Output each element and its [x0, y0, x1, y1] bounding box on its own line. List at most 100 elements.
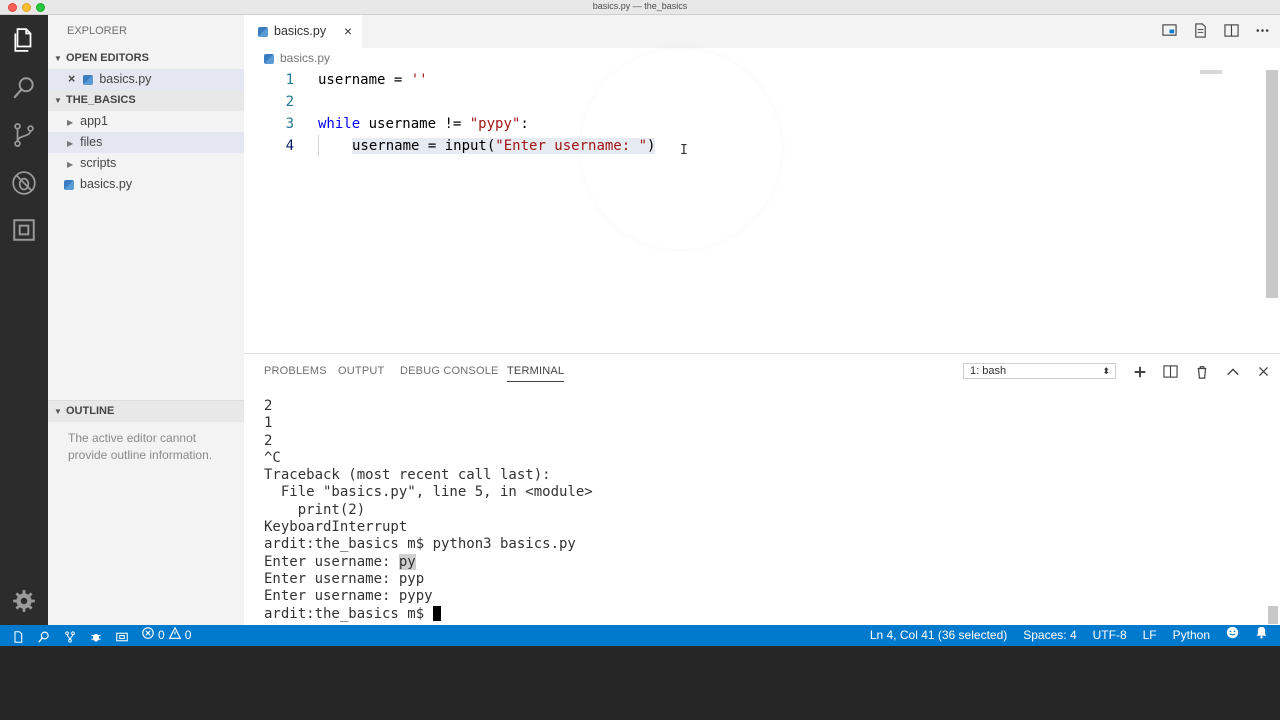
editor-tab[interactable]: basics.py ×: [244, 15, 362, 48]
tab-problems[interactable]: PROBLEMS: [264, 365, 327, 377]
terminal-cursor: [432, 606, 441, 622]
open-changes-icon[interactable]: [1193, 23, 1210, 40]
tab-label: basics.py: [274, 24, 327, 38]
python-file-icon: [83, 74, 94, 85]
warning-count: 0: [184, 628, 192, 642]
window-title: basics.py — the_basics: [592, 1, 688, 11]
open-editor-label: basics.py: [99, 72, 152, 86]
error-icon: [142, 625, 154, 646]
smiley-feedback-icon[interactable]: [1226, 625, 1239, 646]
close-icon[interactable]: ×: [68, 72, 75, 86]
source-control-icon[interactable]: [64, 629, 77, 643]
search-icon[interactable]: [38, 629, 51, 643]
chevron-right-icon: ▶: [67, 139, 74, 148]
language-mode[interactable]: Python: [1173, 625, 1210, 646]
code-editor[interactable]: 1 username = '' 2 3 while username != "p…: [244, 69, 1280, 157]
search-icon[interactable]: [9, 73, 39, 103]
code-token: username !=: [360, 116, 470, 132]
activity-bar: [0, 15, 48, 625]
extensions-icon[interactable]: [116, 629, 129, 642]
open-editor-item[interactable]: × basics.py: [48, 69, 244, 90]
editor-tabbar: basics.py ×: [244, 15, 1280, 48]
terminal-line: ardit:the_basics m$: [264, 606, 593, 623]
python-file-icon: [64, 179, 74, 190]
problems-indicator[interactable]: 0 0: [142, 625, 191, 646]
encoding[interactable]: UTF-8: [1093, 625, 1127, 646]
tree-folder-files[interactable]: ▶ files: [48, 132, 244, 153]
tree-file-basics[interactable]: basics.py: [48, 174, 244, 195]
chevron-updown-icon: ⬍: [1102, 366, 1110, 376]
chevron-down-icon: ▼: [54, 96, 62, 105]
tree-folder-app1[interactable]: ▶ app1: [48, 111, 244, 132]
tree-folder-scripts[interactable]: ▶ scripts: [48, 153, 244, 174]
indent-guide: [318, 135, 352, 157]
tab-terminal[interactable]: TERMINAL: [507, 365, 565, 382]
code-text: username = '': [318, 69, 428, 91]
debug-icon[interactable]: [90, 629, 103, 642]
terminal-line: ^C: [264, 449, 281, 466]
terminal-output[interactable]: 2 1 2 ^C Traceback (most recent call las…: [264, 398, 593, 623]
extensions-icon[interactable]: [9, 215, 39, 245]
vscode-window: basics.py — the_basics EXPLORER ▼ OPEN ED…: [0, 0, 1280, 646]
tree-label: files: [80, 135, 103, 149]
project-section[interactable]: ▼ THE_BASICS: [48, 90, 244, 111]
files-icon[interactable]: [9, 25, 39, 55]
code-token: :: [520, 116, 529, 132]
open-preview-icon[interactable]: [1162, 23, 1179, 40]
close-panel-icon[interactable]: [1255, 363, 1272, 380]
code-line: 3 while username != "pypy":: [244, 113, 1280, 135]
terminal-select-value: 1: bash: [970, 365, 1007, 377]
gear-icon[interactable]: [9, 586, 39, 616]
editor-area: basics.py × basics.py 1 username = '' 2: [244, 15, 1280, 353]
terminal-scrollbar[interactable]: [1268, 606, 1278, 624]
panel-tabs: PROBLEMS OUTPUT DEBUG CONSOLE TERMINAL 1…: [244, 354, 1280, 389]
explorer-status-icon[interactable]: [12, 629, 25, 643]
cursor-position[interactable]: Ln 4, Col 41 (36 selected): [870, 625, 1007, 646]
python-file-icon: [258, 26, 268, 37]
status-right: Ln 4, Col 41 (36 selected) Spaces: 4 UTF…: [870, 625, 1268, 646]
code-text: username = input("Enter username: "): [318, 135, 656, 157]
split-terminal-icon[interactable]: [1162, 363, 1179, 380]
explorer-header: EXPLORER: [67, 25, 127, 37]
open-editors-section[interactable]: ▼ OPEN EDITORS: [48, 48, 244, 69]
close-icon[interactable]: ×: [344, 15, 352, 48]
terminal-line: Enter username: pyp: [264, 570, 425, 587]
line-number: 3: [285, 116, 294, 132]
trash-icon[interactable]: [1193, 363, 1210, 380]
split-editor-icon[interactable]: [1224, 23, 1241, 40]
breadcrumb[interactable]: basics.py: [244, 48, 1280, 69]
maximize-panel-icon[interactable]: [1224, 363, 1241, 380]
text-cursor-icon: I: [680, 143, 688, 158]
bottom-panel: PROBLEMS OUTPUT DEBUG CONSOLE TERMINAL 1…: [244, 353, 1280, 625]
warning-icon: [168, 625, 181, 646]
terminal-prompt: ardit:the_basics m$: [264, 605, 433, 622]
status-left: 0 0: [12, 625, 191, 646]
selected-code: username = input("Enter username: "): [352, 138, 656, 154]
outline-header[interactable]: ▼ OUTLINE: [48, 401, 244, 422]
indentation[interactable]: Spaces: 4: [1023, 625, 1076, 646]
status-bar: 0 0 Ln 4, Col 41 (36 selected) Spaces: 4…: [0, 625, 1280, 646]
editor-actions: [1162, 23, 1272, 40]
code-token: username = input(: [352, 138, 496, 154]
tab-debug-console[interactable]: DEBUG CONSOLE: [400, 365, 499, 377]
line-endings[interactable]: LF: [1143, 625, 1157, 646]
code-token: ): [647, 138, 656, 154]
source-control-icon[interactable]: [9, 120, 39, 150]
project-label: THE_BASICS: [66, 94, 136, 106]
open-editors-label: OPEN EDITORS: [66, 52, 149, 64]
tree-label: basics.py: [80, 177, 133, 191]
terminal-line: 2: [264, 398, 273, 414]
title-bar: basics.py — the_basics: [0, 0, 1280, 15]
line-number: 1: [285, 72, 294, 88]
line-number: 2: [285, 94, 294, 110]
code-line: 4 username = input("Enter username: "): [244, 135, 1280, 157]
new-terminal-icon[interactable]: [1131, 363, 1148, 380]
explorer-sidebar: EXPLORER ▼ OPEN EDITORS × basics.py ▼ THE_B…: [48, 15, 244, 625]
bell-icon[interactable]: [1255, 625, 1268, 646]
more-actions-icon[interactable]: [1255, 23, 1272, 40]
terminal-select[interactable]: 1: bash ⬍: [963, 363, 1116, 379]
code-string: '': [410, 72, 428, 88]
tree-label: scripts: [80, 156, 117, 170]
debug-icon[interactable]: [9, 168, 39, 198]
tab-output[interactable]: OUTPUT: [338, 365, 384, 377]
